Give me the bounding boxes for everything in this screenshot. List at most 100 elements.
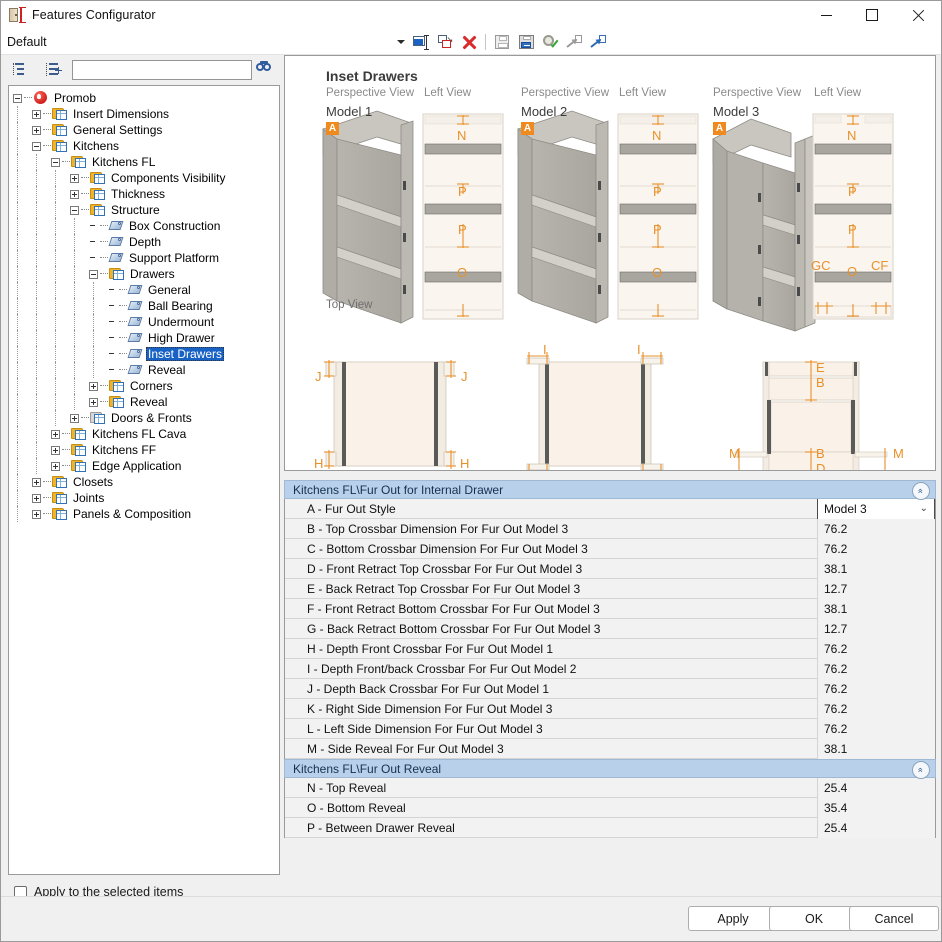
tree-item-reveal[interactable]: Reveal bbox=[13, 394, 279, 410]
tree-expand-icon[interactable] bbox=[70, 173, 79, 183]
tree-item-general-settings[interactable]: General Settings bbox=[13, 122, 279, 138]
tree-item-doors-fronts[interactable]: Doors & Fronts bbox=[13, 410, 279, 426]
tree-collapse-icon[interactable] bbox=[32, 141, 41, 151]
property-group-header[interactable]: Kitchens FL\Fur Out Reveal « bbox=[284, 759, 936, 779]
collapse-chevrons-icon[interactable]: « bbox=[912, 482, 930, 500]
tree-expand-icon[interactable] bbox=[32, 125, 41, 135]
property-value[interactable]: 76.2 bbox=[817, 718, 935, 739]
maximize-button[interactable] bbox=[849, 1, 895, 29]
tree-expand-icon[interactable] bbox=[32, 509, 41, 519]
property-row[interactable]: D - Front Retract Top Crossbar For Fur O… bbox=[285, 558, 935, 579]
property-value[interactable]: 38.1 bbox=[817, 598, 935, 619]
tree-item-promob[interactable]: Promob bbox=[13, 90, 279, 106]
tree-item-inset-drawers[interactable]: Inset Drawers bbox=[13, 346, 279, 362]
tree-item-corners[interactable]: Corners bbox=[13, 378, 279, 394]
property-value[interactable]: 38.1 bbox=[817, 558, 935, 579]
tree-expand-icon[interactable] bbox=[51, 429, 60, 439]
tree-expand-icon[interactable] bbox=[70, 189, 79, 199]
search-input[interactable] bbox=[72, 60, 252, 80]
tree-collapse-icon[interactable] bbox=[13, 93, 22, 103]
tree-item-panels-composition[interactable]: Panels & Composition bbox=[13, 506, 279, 522]
close-button[interactable] bbox=[895, 1, 941, 29]
property-value[interactable]: 25.4 bbox=[817, 817, 935, 838]
property-value[interactable]: 12.7 bbox=[817, 618, 935, 639]
property-value[interactable]: 76.2 bbox=[817, 658, 935, 679]
property-row[interactable]: J - Depth Back Crossbar For Fur Out Mode… bbox=[285, 678, 935, 699]
find-button[interactable] bbox=[256, 61, 274, 76]
duplicate-button[interactable]: ↘ bbox=[434, 31, 456, 52]
property-row[interactable]: E - Back Retract Top Crossbar For Fur Ou… bbox=[285, 578, 935, 599]
rename-button[interactable] bbox=[410, 31, 432, 52]
property-row[interactable]: K - Right Side Dimension For Fur Out Mod… bbox=[285, 698, 935, 719]
property-row[interactable]: C - Bottom Crossbar Dimension For Fur Ou… bbox=[285, 538, 935, 559]
tree-item-kitchens-fl[interactable]: Kitchens FL bbox=[13, 154, 279, 170]
tree-item-kitchens-ff[interactable]: Kitchens FF bbox=[13, 442, 279, 458]
tree-expand-icon[interactable] bbox=[89, 381, 98, 391]
collapse-chevrons-icon[interactable]: « bbox=[912, 761, 930, 779]
tree-item-general[interactable]: General bbox=[13, 282, 279, 298]
property-row[interactable]: G - Back Retract Bottom Crossbar For Fur… bbox=[285, 618, 935, 639]
property-value[interactable]: 38.1 bbox=[817, 738, 935, 759]
property-row[interactable]: N - Top Reveal 25.4 bbox=[285, 777, 935, 798]
tree-expand-icon[interactable] bbox=[32, 477, 41, 487]
tree-item-structure[interactable]: Structure bbox=[13, 202, 279, 218]
delete-button[interactable] bbox=[458, 31, 480, 52]
feature-tree[interactable]: Promob Insert Dimensions General Settings K… bbox=[8, 85, 280, 875]
tree-expand-icon[interactable] bbox=[89, 397, 98, 407]
save-as-button[interactable] bbox=[515, 31, 537, 52]
property-row[interactable]: B - Top Crossbar Dimension For Fur Out M… bbox=[285, 518, 935, 539]
tree-item-kitchens[interactable]: Kitchens bbox=[13, 138, 279, 154]
tree-item-box-construction[interactable]: Box Construction bbox=[13, 218, 279, 234]
property-group-header[interactable]: Kitchens FL\Fur Out for Internal Drawer « bbox=[284, 480, 936, 500]
property-row[interactable]: M - Side Reveal For Fur Out Model 3 38.1 bbox=[285, 738, 935, 759]
property-select[interactable]: Model 3 ⌄ bbox=[817, 497, 935, 520]
tree-expand-icon[interactable] bbox=[51, 461, 60, 471]
save-button[interactable] bbox=[491, 31, 513, 52]
cancel-button[interactable]: Cancel bbox=[849, 906, 939, 931]
tree-item-high-drawer[interactable]: High Drawer bbox=[13, 330, 279, 346]
tree-item-kitchens-fl-cava[interactable]: Kitchens FL Cava bbox=[13, 426, 279, 442]
property-value[interactable]: 76.2 bbox=[817, 698, 935, 719]
property-value[interactable]: 12.7 bbox=[817, 578, 935, 599]
property-row[interactable]: O - Bottom Reveal 35.4 bbox=[285, 797, 935, 818]
tree-item-depth[interactable]: Depth bbox=[13, 234, 279, 250]
expand-all-button[interactable] bbox=[42, 59, 64, 81]
property-row[interactable]: F - Front Retract Bottom Crossbar For Fu… bbox=[285, 598, 935, 619]
property-row[interactable]: H - Depth Front Crossbar For Fur Out Mod… bbox=[285, 638, 935, 659]
tree-expand-icon[interactable] bbox=[32, 493, 41, 503]
tree-collapse-icon[interactable] bbox=[70, 205, 79, 215]
export-button[interactable] bbox=[587, 31, 609, 52]
tree-item-support-platform[interactable]: Support Platform bbox=[13, 250, 279, 266]
property-value[interactable]: 76.2 bbox=[817, 518, 935, 539]
property-row[interactable]: L - Left Side Dimension For Fur Out Mode… bbox=[285, 718, 935, 739]
tree-item-reveal[interactable]: Reveal bbox=[13, 362, 279, 378]
property-row[interactable]: I - Depth Front/back Crossbar For Fur Ou… bbox=[285, 658, 935, 679]
property-value[interactable]: 35.4 bbox=[817, 797, 935, 818]
tree-expand-icon[interactable] bbox=[32, 109, 41, 119]
property-row[interactable]: P - Between Drawer Reveal 25.4 bbox=[285, 817, 935, 838]
ok-button[interactable]: OK bbox=[769, 906, 859, 931]
tree-expand-icon[interactable] bbox=[51, 445, 60, 455]
tree-item-closets[interactable]: Closets bbox=[13, 474, 279, 490]
settings-apply-button[interactable] bbox=[539, 31, 561, 52]
import-button[interactable] bbox=[563, 31, 585, 52]
tree-item-insert-dimensions[interactable]: Insert Dimensions bbox=[13, 106, 279, 122]
tree-item-joints[interactable]: Joints bbox=[13, 490, 279, 506]
property-value[interactable]: 25.4 bbox=[817, 777, 935, 798]
minimize-button[interactable] bbox=[803, 1, 849, 29]
tree-collapse-icon[interactable] bbox=[51, 157, 60, 167]
apply-button[interactable]: Apply bbox=[688, 906, 778, 931]
tree-item-edge-application[interactable]: Edge Application bbox=[13, 458, 279, 474]
tree-item-drawers[interactable]: Drawers bbox=[13, 266, 279, 282]
tree-item-components-visibility[interactable]: Components Visibility bbox=[13, 170, 279, 186]
tree-item-undermount[interactable]: Undermount bbox=[13, 314, 279, 330]
property-row[interactable]: A - Fur Out Style Model 3 ⌄ bbox=[285, 497, 935, 520]
tree-expand-icon[interactable] bbox=[70, 413, 79, 423]
property-value[interactable]: 76.2 bbox=[817, 638, 935, 659]
tree-item-thickness[interactable]: Thickness bbox=[13, 186, 279, 202]
tree-item-ball-bearing[interactable]: Ball Bearing bbox=[13, 298, 279, 314]
property-value[interactable]: 76.2 bbox=[817, 678, 935, 699]
tree-collapse-icon[interactable] bbox=[89, 269, 98, 279]
collapse-all-button[interactable] bbox=[8, 59, 30, 81]
preset-dropdown-button[interactable] bbox=[394, 32, 408, 52]
